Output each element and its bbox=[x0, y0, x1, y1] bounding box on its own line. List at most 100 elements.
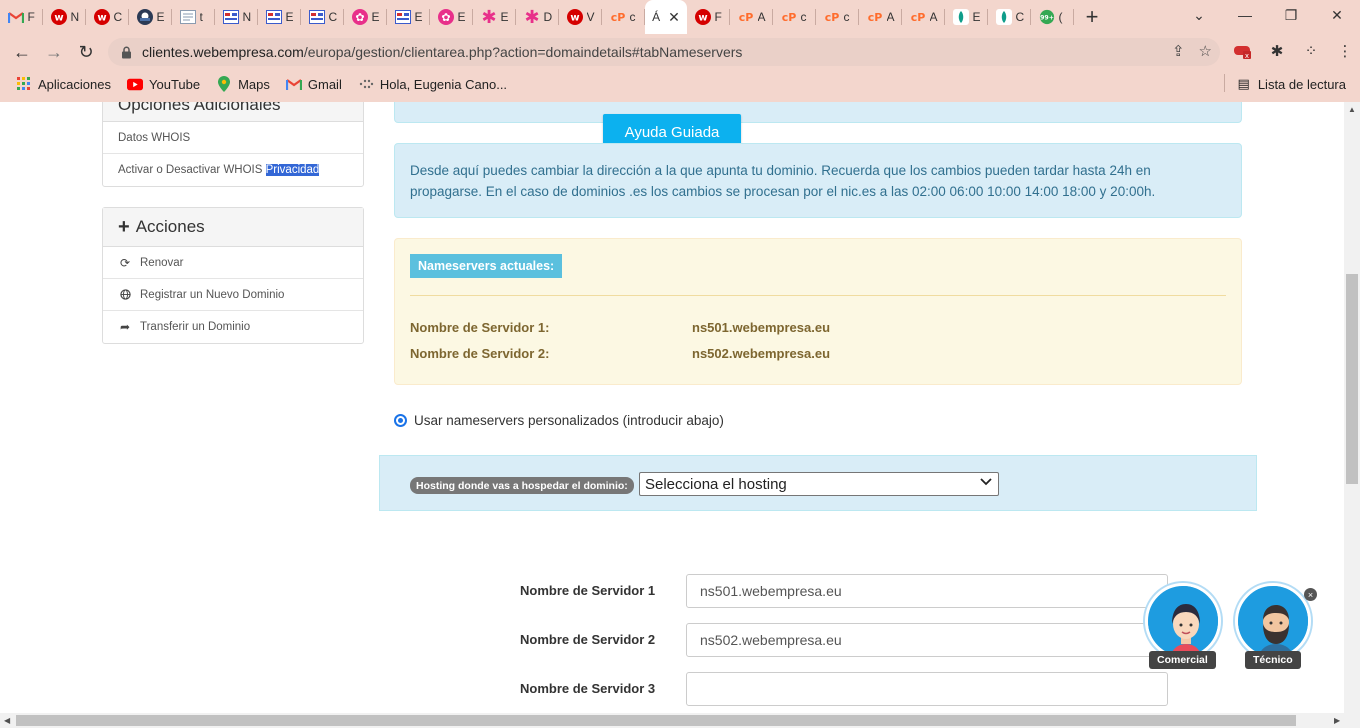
tab-title: C bbox=[328, 10, 337, 24]
flower-icon: ✿ bbox=[437, 9, 454, 25]
browser-tab[interactable]: E bbox=[945, 0, 988, 34]
close-window-button[interactable]: ✕ bbox=[1314, 0, 1360, 30]
vertical-scrollbar[interactable]: ▲ bbox=[1344, 102, 1360, 713]
browser-tab[interactable]: ✱ D bbox=[516, 0, 559, 34]
scroll-up-icon[interactable]: ▲ bbox=[1348, 105, 1356, 114]
bookmark-item[interactable]: Aplicaciones bbox=[16, 76, 111, 92]
profile-avatar-icon[interactable]: ⁘ bbox=[1300, 40, 1322, 62]
bookmark-item[interactable]: YouTube bbox=[127, 76, 200, 92]
sidebar-item-whois-data[interactable]: Datos WHOIS bbox=[103, 122, 363, 154]
server-2-input[interactable] bbox=[686, 623, 1168, 657]
current-nameservers-label: Nameservers actuales: bbox=[410, 254, 563, 278]
bookmark-item[interactable]: Hola, Eugenia Cano... bbox=[358, 76, 507, 92]
bookmark-item[interactable]: Gmail bbox=[285, 76, 342, 92]
window-controls: — ❐ ✕ bbox=[1222, 0, 1360, 30]
browser-tab[interactable]: wN bbox=[43, 0, 86, 34]
scroll-right-icon[interactable]: ▶ bbox=[1334, 716, 1340, 725]
horizontal-scrollbar[interactable]: ◀ ▶ bbox=[0, 713, 1360, 728]
browser-tab[interactable]: cP c bbox=[816, 0, 859, 34]
bookmark-item[interactable]: Maps bbox=[216, 76, 270, 92]
url-text[interactable]: clientes.webempresa.com/europa/gestion/c… bbox=[142, 44, 742, 60]
puzzle-icon[interactable]: ✱ bbox=[1266, 40, 1288, 62]
browser-tab[interactable]: cP A bbox=[902, 0, 945, 34]
server-1-input[interactable] bbox=[686, 574, 1168, 608]
webempresa-icon: w bbox=[566, 9, 583, 25]
sidebar-item-transfer-domain[interactable]: ➦ Transferir un Dominio bbox=[103, 311, 363, 343]
tech-agent-avatar[interactable] bbox=[1235, 583, 1311, 659]
browser-tab[interactable]: ✿ E bbox=[430, 0, 473, 34]
reading-list-icon: ▤ bbox=[1237, 76, 1250, 91]
browser-tab[interactable]: E bbox=[129, 0, 172, 34]
browser-tab[interactable]: C bbox=[301, 0, 344, 34]
back-button[interactable]: ← bbox=[6, 36, 38, 68]
scroll-left-icon[interactable]: ◀ bbox=[4, 716, 10, 725]
sidebar-item-renew[interactable]: ⟳ Renovar bbox=[103, 247, 363, 279]
browser-tab[interactable]: ✿ E bbox=[344, 0, 387, 34]
close-icon[interactable]: × bbox=[1304, 588, 1317, 601]
browser-tab[interactable]: E bbox=[387, 0, 430, 34]
address-bar[interactable]: clientes.webempresa.com/europa/gestion/c… bbox=[108, 38, 1220, 66]
loading-icon bbox=[358, 76, 374, 92]
tab-search-button[interactable]: ⌄ bbox=[1186, 4, 1212, 26]
svg-text:w: w bbox=[698, 13, 707, 24]
svg-text:x: x bbox=[1245, 52, 1249, 59]
form-icon bbox=[308, 9, 325, 25]
extension-icon[interactable]: x bbox=[1232, 40, 1254, 62]
tab-title: C bbox=[113, 10, 122, 24]
svg-text:✿: ✿ bbox=[441, 11, 450, 24]
extensions-area: x ✱ ⁘ ⋮ bbox=[1232, 40, 1356, 62]
actions-title: Acciones bbox=[135, 217, 205, 236]
custom-nameservers-radio[interactable] bbox=[394, 414, 407, 427]
selected-text: Privacidad bbox=[265, 164, 320, 176]
svg-text:w: w bbox=[570, 13, 579, 24]
browser-tab[interactable]: wF bbox=[687, 0, 730, 34]
browser-tab[interactable]: t bbox=[172, 0, 215, 34]
gmail-icon bbox=[285, 76, 302, 92]
tech-agent-label[interactable]: Técnico bbox=[1245, 651, 1301, 669]
vertical-scroll-thumb[interactable] bbox=[1346, 274, 1358, 484]
horizontal-scroll-thumb[interactable] bbox=[16, 715, 1296, 726]
active-browser-tab[interactable]: Á ✕ bbox=[645, 0, 687, 34]
sidebar-item-whois-privacy[interactable]: Activar o Desactivar WHOIS Privacidad bbox=[103, 154, 363, 186]
hosting-selector-box: Hosting donde vas a hospedar el dominio:… bbox=[379, 455, 1257, 511]
sidebar-item-label: Datos WHOIS bbox=[118, 131, 191, 144]
maximize-button[interactable]: ❐ bbox=[1268, 0, 1314, 30]
svg-text:99+: 99+ bbox=[1040, 15, 1054, 22]
close-tab-icon[interactable]: ✕ bbox=[668, 9, 680, 26]
browser-tab[interactable]: E bbox=[258, 0, 301, 34]
browser-tab[interactable]: N bbox=[215, 0, 258, 34]
browser-tab[interactable]: 99+ ( bbox=[1031, 0, 1074, 34]
browser-tab[interactable]: wC bbox=[86, 0, 129, 34]
tab-title: ( bbox=[1058, 10, 1063, 24]
tab-title: E bbox=[285, 10, 294, 24]
menu-icon[interactable]: ⋮ bbox=[1334, 40, 1356, 62]
woman-agent-icon bbox=[1148, 586, 1218, 656]
share-icon[interactable]: ⇪ bbox=[1172, 42, 1185, 60]
bookmark-star-icon[interactable]: ☆ bbox=[1199, 42, 1212, 60]
flower-icon: ✿ bbox=[351, 9, 368, 25]
browser-toolbar: ← → ↻ clientes.webempresa.com/europa/ges… bbox=[0, 34, 1360, 70]
sales-agent-avatar[interactable] bbox=[1145, 583, 1221, 659]
sales-agent-label[interactable]: Comercial bbox=[1149, 651, 1216, 669]
browser-tab[interactable]: ✱ E bbox=[473, 0, 516, 34]
forward-button[interactable]: → bbox=[38, 36, 70, 68]
minimize-button[interactable]: — bbox=[1222, 0, 1268, 30]
browser-tab[interactable]: C bbox=[988, 0, 1031, 34]
tab-title: D bbox=[543, 10, 552, 24]
reload-button[interactable]: ↻ bbox=[70, 36, 102, 68]
sidebar-item-label: Transferir un Dominio bbox=[140, 321, 251, 333]
browser-tab[interactable]: cP A bbox=[730, 0, 773, 34]
browser-tab[interactable]: wV bbox=[559, 0, 602, 34]
hosting-select[interactable]: Selecciona el hosting bbox=[639, 472, 999, 496]
sidebar-item-register-domain[interactable]: Registrar un Nuevo Dominio bbox=[103, 279, 363, 311]
new-tab-button[interactable]: + bbox=[1074, 0, 1110, 34]
reading-list-button[interactable]: ▤ Lista de lectura bbox=[1223, 74, 1346, 92]
browser-tab[interactable]: F bbox=[0, 0, 43, 34]
lock-icon[interactable] bbox=[120, 45, 132, 59]
browser-tab[interactable]: cP c bbox=[773, 0, 816, 34]
svg-text:✱: ✱ bbox=[481, 9, 496, 25]
browser-tab[interactable]: cP A bbox=[859, 0, 902, 34]
server-3-input[interactable] bbox=[686, 672, 1168, 706]
custom-nameservers-option[interactable]: Usar nameservers personalizados (introdu… bbox=[394, 413, 724, 428]
browser-tab[interactable]: cP c bbox=[602, 0, 645, 34]
